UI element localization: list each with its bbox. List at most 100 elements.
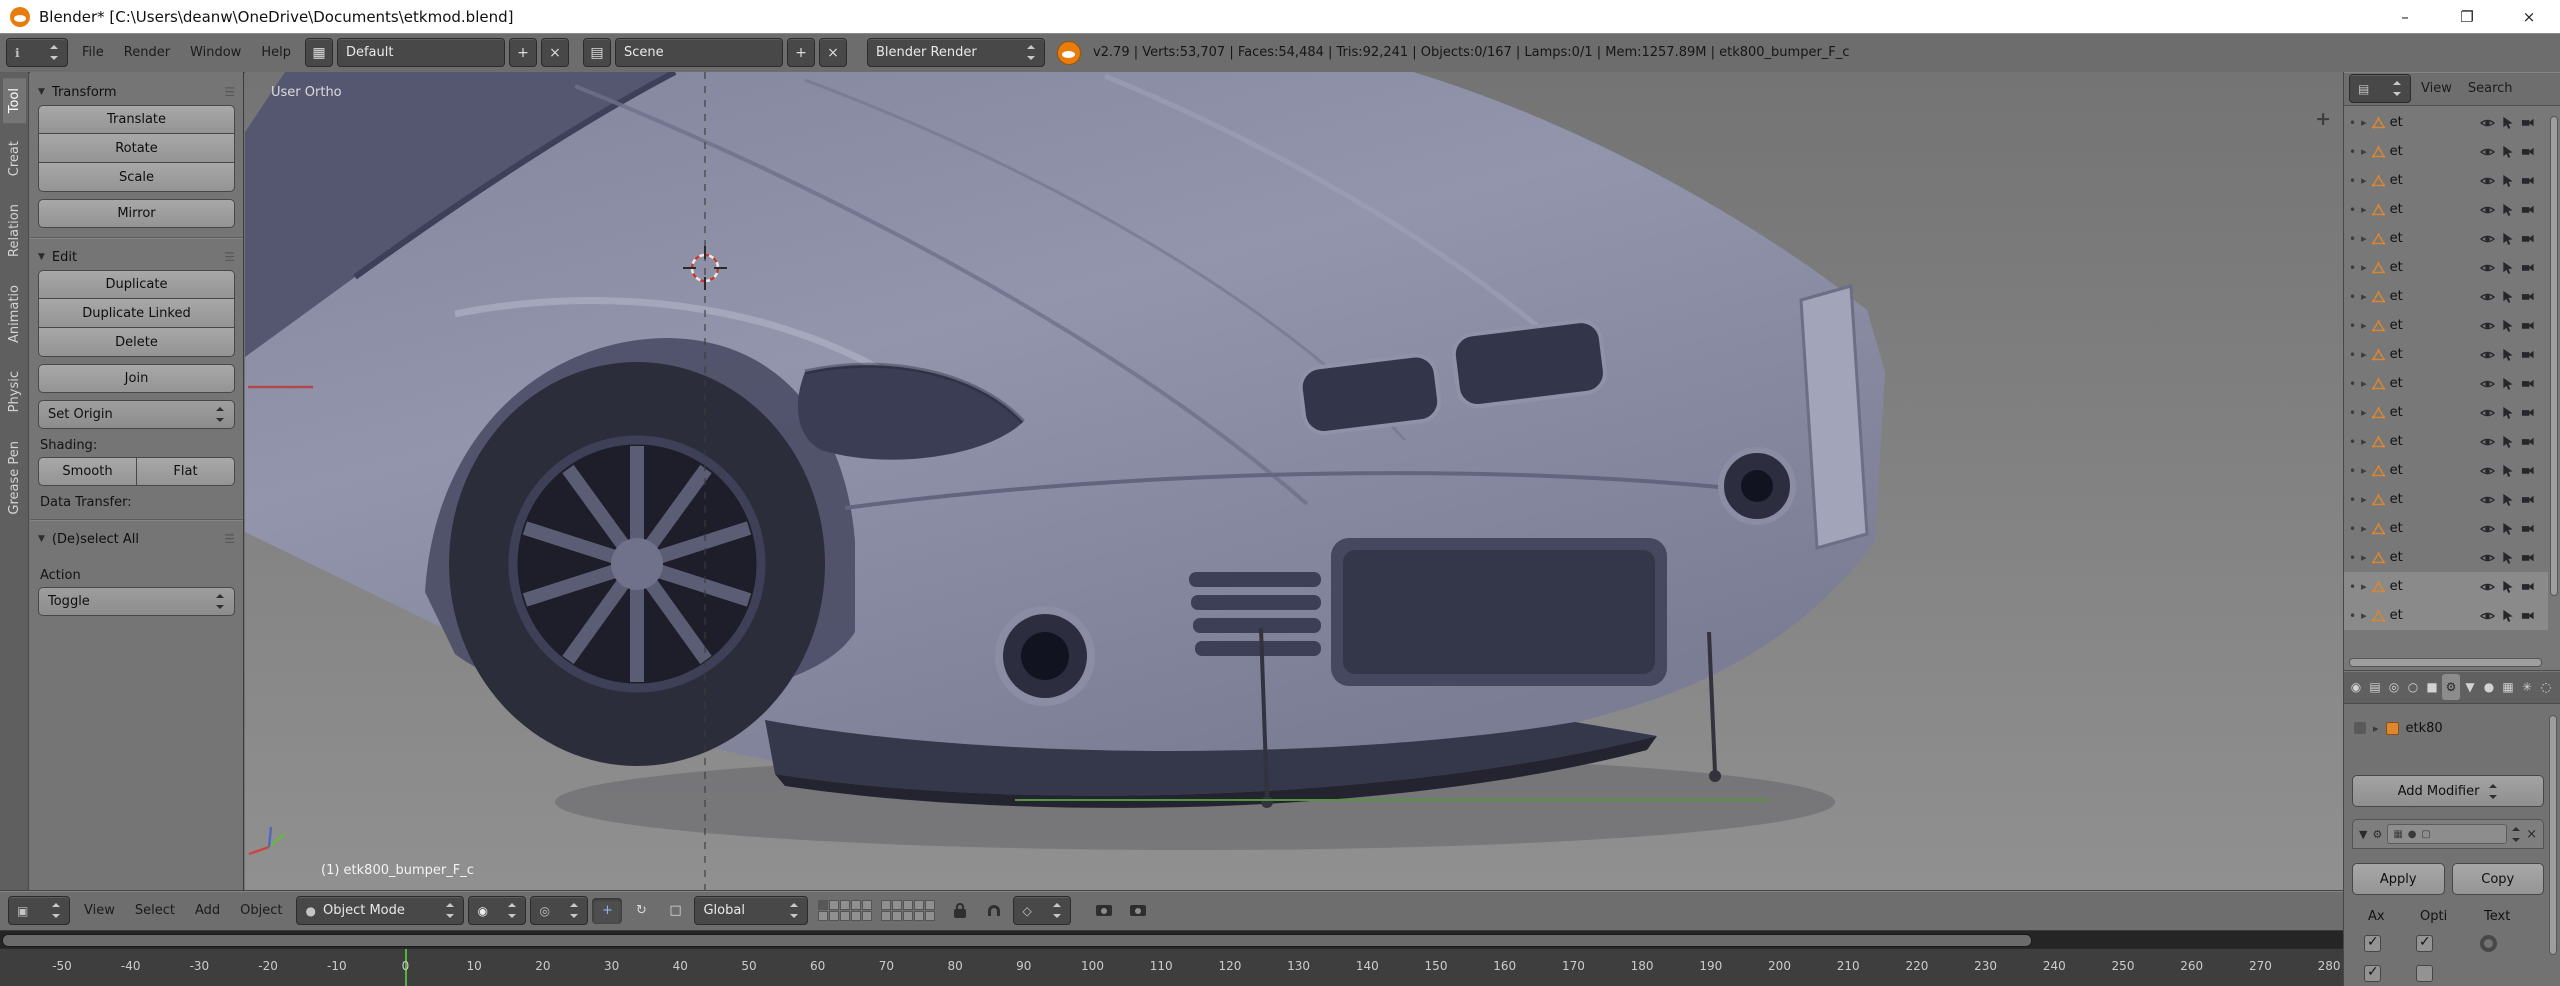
visibility-eye-icon[interactable] bbox=[2480, 291, 2495, 303]
renderability-camera-icon[interactable] bbox=[2521, 523, 2535, 534]
scale-button[interactable]: Scale bbox=[38, 163, 235, 192]
visibility-eye-icon[interactable] bbox=[2480, 320, 2495, 332]
visibility-eye-icon[interactable] bbox=[2480, 262, 2495, 274]
outliner-row[interactable]: •▸et bbox=[2344, 543, 2548, 572]
layer-toggle[interactable] bbox=[892, 900, 902, 910]
object-dot-icon[interactable]: • bbox=[2349, 522, 2356, 536]
menu-help[interactable]: Help bbox=[251, 34, 301, 72]
modifier-edit-toggle-icon[interactable]: ▢ bbox=[2422, 829, 2431, 840]
selectability-cursor-icon[interactable] bbox=[2502, 232, 2514, 245]
expand-icon[interactable]: ▸ bbox=[2361, 464, 2367, 477]
properties-tab-physics[interactable]: ◌ bbox=[2537, 674, 2555, 700]
renderability-camera-icon[interactable] bbox=[2521, 175, 2535, 186]
selectability-cursor-icon[interactable] bbox=[2502, 290, 2514, 303]
renderability-camera-icon[interactable] bbox=[2521, 146, 2535, 157]
expand-icon[interactable]: ▸ bbox=[2361, 174, 2367, 187]
object-dot-icon[interactable]: • bbox=[2349, 174, 2356, 188]
visibility-eye-icon[interactable] bbox=[2480, 610, 2495, 622]
panel-header-deselect-all[interactable]: ▼ (De)select All ☰ bbox=[38, 526, 235, 552]
layer-toggle[interactable] bbox=[829, 900, 839, 910]
outliner-row[interactable]: •▸et bbox=[2344, 456, 2548, 485]
layer-toggle[interactable] bbox=[903, 911, 913, 921]
viewport-shading-dropdown[interactable]: ◉ bbox=[468, 896, 526, 925]
panel-collapse-icon[interactable]: ▼ bbox=[38, 87, 45, 97]
manipulator-rotate-icon[interactable]: ↻ bbox=[626, 898, 656, 924]
outliner-row[interactable]: •▸et bbox=[2344, 108, 2548, 137]
renderability-camera-icon[interactable] bbox=[2521, 610, 2535, 621]
view3d-menu-select[interactable]: Select bbox=[125, 892, 185, 930]
visibility-eye-icon[interactable] bbox=[2480, 233, 2495, 245]
expand-icon[interactable]: ▸ bbox=[2361, 493, 2367, 506]
renderability-camera-icon[interactable] bbox=[2521, 465, 2535, 476]
modifier-name-field[interactable]: ▦ ● ▢ bbox=[2387, 824, 2507, 844]
object-dot-icon[interactable]: • bbox=[2349, 348, 2356, 362]
delete-button[interactable]: Delete bbox=[38, 328, 235, 357]
add-modifier-dropdown[interactable]: Add Modifier bbox=[2352, 775, 2544, 807]
renderability-camera-icon[interactable] bbox=[2521, 552, 2535, 563]
expand-icon[interactable]: ▸ bbox=[2361, 377, 2367, 390]
layer-toggle[interactable] bbox=[818, 900, 828, 910]
expand-icon[interactable]: ▸ bbox=[2361, 522, 2367, 535]
view3d-menu-object[interactable]: Object bbox=[230, 892, 292, 930]
selectability-cursor-icon[interactable] bbox=[2502, 464, 2514, 477]
timeline-ruler[interactable]: -50-40-30-20-100102030405060708090100110… bbox=[0, 948, 2343, 986]
set-origin-dropdown[interactable]: Set Origin bbox=[38, 400, 235, 429]
selectability-cursor-icon[interactable] bbox=[2502, 580, 2514, 593]
menu-file[interactable]: File bbox=[72, 34, 114, 72]
layer-toggle[interactable] bbox=[925, 911, 935, 921]
renderability-camera-icon[interactable] bbox=[2521, 494, 2535, 505]
outliner-horizontal-scrollbar[interactable] bbox=[2349, 658, 2542, 667]
properties-vertical-scrollbar[interactable] bbox=[2549, 715, 2557, 955]
modifier-render-toggle-icon[interactable]: ▦ bbox=[2393, 829, 2402, 840]
toolshelf-tab-animatio[interactable]: Animatio bbox=[3, 275, 26, 353]
outliner-menu-search[interactable]: Search bbox=[2460, 73, 2521, 105]
visibility-eye-icon[interactable] bbox=[2480, 523, 2495, 535]
properties-tab-modifiers[interactable]: ⚙ bbox=[2442, 674, 2460, 700]
editor-type-selector[interactable]: ▣ bbox=[8, 896, 70, 925]
renderability-camera-icon[interactable] bbox=[2521, 349, 2535, 360]
axis-checkbox[interactable] bbox=[2364, 935, 2381, 952]
join-button[interactable]: Join bbox=[38, 364, 235, 393]
selectability-cursor-icon[interactable] bbox=[2502, 522, 2514, 535]
object-dot-icon[interactable]: • bbox=[2349, 377, 2356, 391]
layer-toggle[interactable] bbox=[829, 911, 839, 921]
visibility-eye-icon[interactable] bbox=[2480, 378, 2495, 390]
scene-icon-button[interactable]: ▤ bbox=[583, 38, 611, 67]
pivot-point-dropdown[interactable]: ◎ bbox=[530, 896, 588, 925]
shade-smooth-button[interactable]: Smooth bbox=[38, 457, 137, 486]
visibility-eye-icon[interactable] bbox=[2480, 117, 2495, 129]
expand-icon[interactable]: ▸ bbox=[2361, 290, 2367, 303]
properties-tab-world[interactable]: ○ bbox=[2404, 674, 2422, 700]
outliner-row[interactable]: •▸et bbox=[2344, 253, 2548, 282]
minimize-button[interactable]: – bbox=[2374, 0, 2436, 33]
selectability-cursor-icon[interactable] bbox=[2502, 261, 2514, 274]
mode-dropdown[interactable]: ● Object Mode bbox=[296, 896, 464, 925]
outliner-row[interactable]: •▸et bbox=[2344, 137, 2548, 166]
view3d-menu-view[interactable]: View bbox=[74, 892, 125, 930]
outliner-row[interactable]: •▸et bbox=[2344, 340, 2548, 369]
selectability-cursor-icon[interactable] bbox=[2502, 551, 2514, 564]
selectability-cursor-icon[interactable] bbox=[2502, 319, 2514, 332]
expand-icon[interactable]: ▸ bbox=[2361, 116, 2367, 129]
layer-toggle[interactable] bbox=[818, 911, 828, 921]
object-dot-icon[interactable]: • bbox=[2349, 551, 2356, 565]
outliner-row[interactable]: •▸et bbox=[2344, 224, 2548, 253]
properties-tab-object-data[interactable]: ▼ bbox=[2461, 674, 2479, 700]
screen-layout-field[interactable]: Default bbox=[337, 38, 505, 67]
outliner-row[interactable]: •▸et bbox=[2344, 195, 2548, 224]
properties-tab-scene[interactable]: ◎ bbox=[2385, 674, 2403, 700]
renderability-camera-icon[interactable] bbox=[2521, 262, 2535, 273]
toolshelf-tab-creat[interactable]: Creat bbox=[3, 131, 26, 186]
object-dot-icon[interactable]: • bbox=[2349, 203, 2356, 217]
modifier-move-arrows-icon[interactable] bbox=[2512, 827, 2521, 842]
layer-toggle[interactable] bbox=[840, 911, 850, 921]
panel-collapse-icon[interactable]: ▼ bbox=[38, 252, 45, 262]
renderability-camera-icon[interactable] bbox=[2521, 407, 2535, 418]
modifier-visibility-toggle-icon[interactable]: ● bbox=[2408, 829, 2417, 840]
layer-toggle[interactable] bbox=[862, 900, 872, 910]
layer-toggle[interactable] bbox=[925, 900, 935, 910]
renderability-camera-icon[interactable] bbox=[2521, 378, 2535, 389]
outliner-row[interactable]: •▸et bbox=[2344, 311, 2548, 340]
selectability-cursor-icon[interactable] bbox=[2502, 493, 2514, 506]
renderability-camera-icon[interactable] bbox=[2521, 233, 2535, 244]
